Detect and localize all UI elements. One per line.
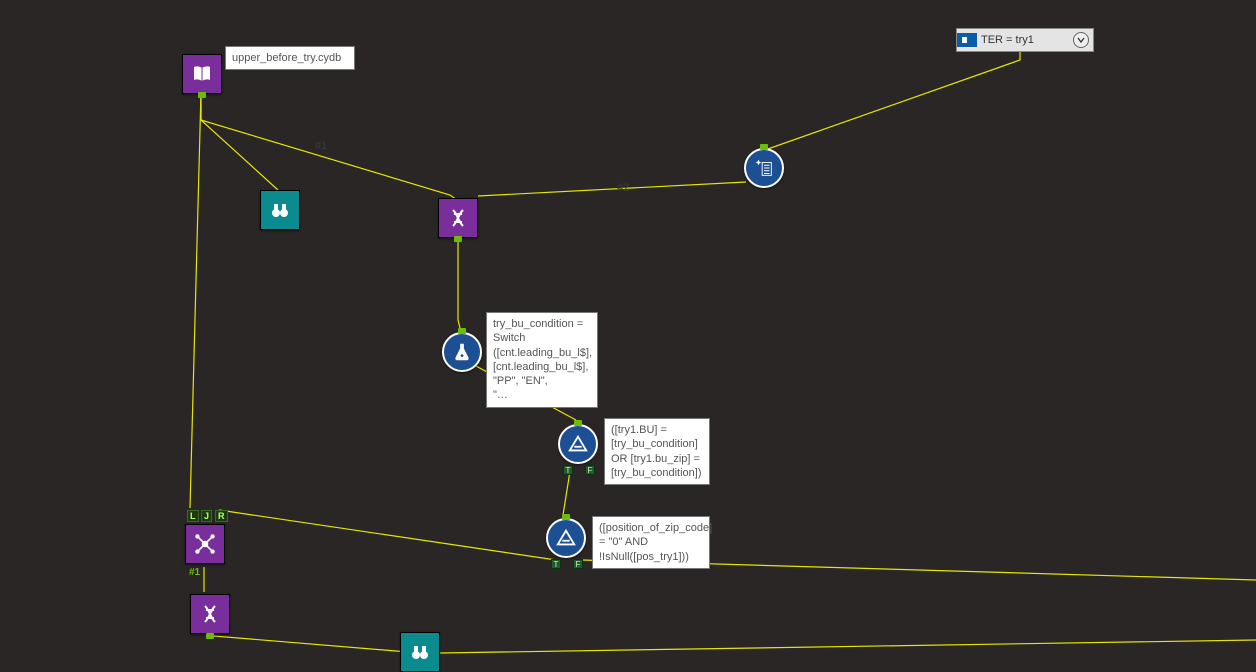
- join-left-anchor[interactable]: L: [187, 510, 199, 522]
- filter2-false-anchor[interactable]: F: [573, 559, 583, 569]
- filter-tool-1[interactable]: [558, 424, 598, 464]
- filter-tool-1-label: ([try1.BU] = [try_bu_condition] OR [try1…: [604, 418, 710, 485]
- join-right-anchor[interactable]: R: [215, 510, 228, 522]
- browse-tool-2[interactable]: [400, 632, 440, 672]
- connection-label-2: #2: [617, 182, 629, 194]
- sparkle-icon: [744, 148, 784, 188]
- join-tool[interactable]: [185, 524, 225, 564]
- chevron-down-icon[interactable]: [1073, 32, 1089, 48]
- dna-icon: [190, 594, 230, 634]
- data-cleansing-tool[interactable]: [744, 148, 784, 188]
- formula-tool[interactable]: [442, 332, 482, 372]
- binoculars-icon: [400, 632, 440, 672]
- book-icon: [182, 54, 222, 94]
- macro-dropdown-label: TER = try1: [981, 34, 1069, 46]
- join-multiple-tool-1[interactable]: [438, 198, 478, 238]
- filter2-true-anchor[interactable]: T: [551, 559, 561, 569]
- connection-label-1: #1: [315, 140, 327, 152]
- in-anchor[interactable]: [760, 144, 768, 150]
- join-out-label: #1: [189, 567, 200, 578]
- in-anchor[interactable]: [458, 328, 466, 334]
- formula-tool-label: try_bu_condition = Switch ([cnt.leading_…: [486, 312, 598, 408]
- dna-icon: [438, 198, 478, 238]
- filter1-true-anchor[interactable]: T: [563, 465, 573, 475]
- filter1-false-anchor[interactable]: F: [585, 465, 595, 475]
- input-tool[interactable]: [182, 54, 222, 94]
- macro-dropdown[interactable]: TER = try1: [956, 28, 1094, 52]
- out-anchor[interactable]: [198, 92, 206, 98]
- join-multiple-tool-2[interactable]: [190, 594, 230, 634]
- out-anchor[interactable]: [206, 633, 214, 639]
- filter-triangle-icon: [546, 518, 586, 558]
- variable-icon: [957, 33, 977, 47]
- join-icon: [185, 524, 225, 564]
- flask-icon: [442, 332, 482, 372]
- in-anchor[interactable]: [562, 514, 570, 520]
- join-join-anchor[interactable]: J: [201, 510, 212, 522]
- filter-tool-2[interactable]: [546, 518, 586, 558]
- filter-tool-2-label: ([position_of_zip_code] = "0" AND !IsNul…: [592, 516, 710, 569]
- binoculars-icon: [260, 190, 300, 230]
- input-tool-label: upper_before_try.cydb: [225, 46, 355, 70]
- filter-triangle-icon: [558, 424, 598, 464]
- out-anchor[interactable]: [454, 236, 462, 242]
- in-anchor[interactable]: [574, 420, 582, 426]
- browse-tool-1[interactable]: [260, 190, 300, 230]
